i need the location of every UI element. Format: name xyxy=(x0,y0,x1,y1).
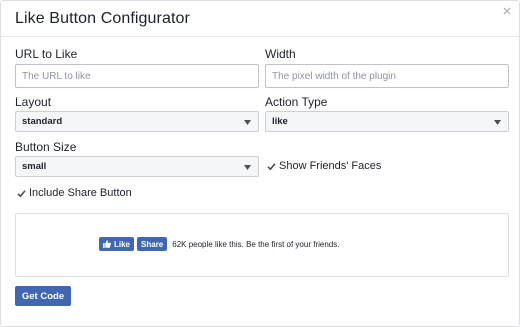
share-button[interactable]: Share xyxy=(137,237,168,251)
chevron-down-icon xyxy=(494,120,501,125)
share-button-label: Share xyxy=(141,239,164,249)
url-input[interactable] xyxy=(15,64,259,88)
action-type-select-value: like xyxy=(272,116,288,127)
show-friends-faces-label: Show Friends' Faces xyxy=(279,160,382,172)
width-label: Width xyxy=(265,47,296,61)
social-context-text: 62K people like this. Be the first of yo… xyxy=(172,239,340,249)
like-button-label: Like xyxy=(114,239,131,249)
like-button-configurator-dialog: Like Button Configurator URL to Like Wid… xyxy=(0,0,520,327)
include-share-button-label: Include Share Button xyxy=(29,187,132,199)
layout-select[interactable]: standard xyxy=(15,111,259,132)
button-size-select[interactable]: small xyxy=(15,156,259,177)
thumbs-up-icon xyxy=(103,240,111,248)
get-code-button[interactable]: Get Code xyxy=(15,286,71,306)
button-size-select-value: small xyxy=(22,161,47,172)
like-plugin: Like Share 62K people like this. Be the … xyxy=(99,237,339,251)
show-friends-faces-checkbox[interactable]: Show Friends' Faces xyxy=(266,160,381,172)
width-input[interactable] xyxy=(265,64,509,88)
action-type-select[interactable]: like xyxy=(265,111,509,132)
like-button[interactable]: Like xyxy=(99,237,135,251)
chevron-down-icon xyxy=(244,165,251,170)
url-label: URL to Like xyxy=(15,47,78,61)
layout-select-value: standard xyxy=(22,116,63,127)
include-share-button-checkbox[interactable]: Include Share Button xyxy=(16,187,132,199)
action-type-label: Action Type xyxy=(265,95,328,109)
checkmark-icon xyxy=(266,161,276,171)
layout-label: Layout xyxy=(15,95,52,109)
plugin-preview: Like Share 62K people like this. Be the … xyxy=(15,213,509,277)
dialog-title: Like Button Configurator xyxy=(15,10,190,27)
dialog-header: Like Button Configurator xyxy=(1,1,519,37)
close-icon[interactable] xyxy=(501,5,513,17)
button-size-label: Button Size xyxy=(15,140,77,154)
chevron-down-icon xyxy=(244,120,251,125)
checkmark-icon xyxy=(16,188,26,198)
